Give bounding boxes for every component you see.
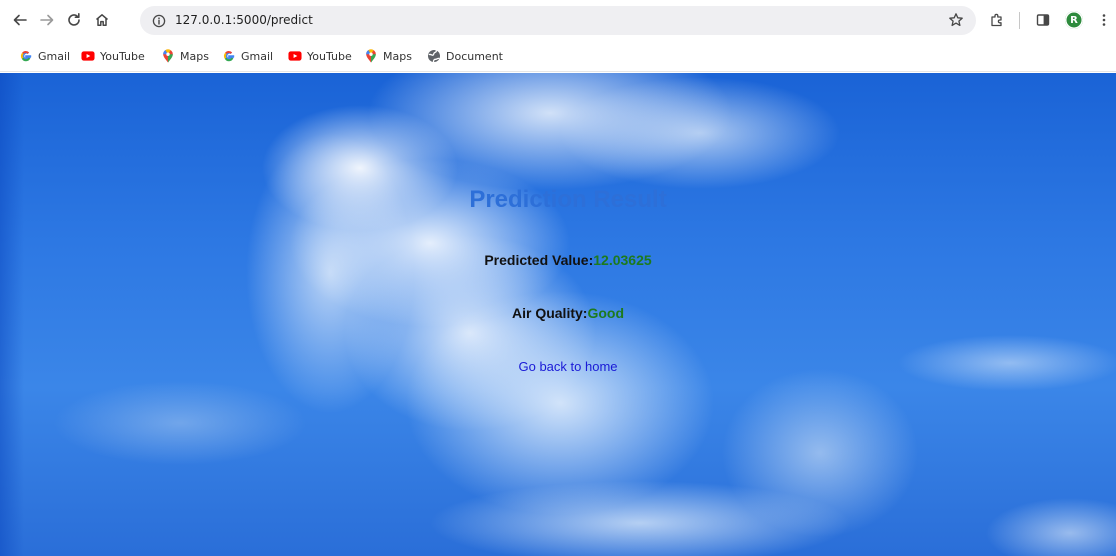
youtube-icon: [288, 49, 302, 63]
puzzle-icon: [991, 13, 1002, 27]
page-viewport: Prediction Result Predicted Value:12.036…: [0, 73, 1116, 556]
forward-button[interactable]: [35, 8, 59, 32]
air-quality-label: Air Quality:: [511, 305, 588, 321]
reload-button[interactable]: [62, 8, 86, 32]
globe-icon: [427, 49, 441, 63]
side-panel-icon: [1036, 14, 1050, 26]
page-title: Prediction Result: [469, 186, 667, 213]
extensions-button[interactable]: [985, 8, 1009, 32]
bookmark-youtube[interactable]: YouTube: [81, 48, 145, 64]
browser-toolbar: 127.0.0.1:5000/predict R: [0, 0, 1116, 40]
bookmark-label: Maps: [180, 49, 209, 63]
youtube-icon: [81, 49, 95, 63]
bookmark-label: YouTube: [307, 49, 352, 63]
arrow-left-icon: [13, 14, 27, 26]
predicted-value-line: Predicted Value:12.03625: [0, 252, 1116, 268]
address-bar[interactable]: 127.0.0.1:5000/predict: [140, 6, 976, 35]
bookmark-label: Document: [446, 49, 503, 63]
google-icon: [222, 49, 236, 63]
arrow-right-icon: [40, 14, 54, 26]
site-info-icon[interactable]: [151, 13, 166, 28]
bookmark-label: Gmail: [241, 49, 274, 63]
bookmark-gmail[interactable]: Gmail: [19, 48, 70, 64]
toolbar-divider: [1019, 12, 1020, 29]
bookmark-gmail[interactable]: Gmail: [222, 48, 273, 64]
side-panel-button[interactable]: [1031, 8, 1055, 32]
predicted-value: 12.03625: [593, 252, 652, 268]
star-icon: [949, 13, 963, 27]
go-back-home-link[interactable]: Go back to home: [0, 359, 1116, 374]
more-vertical-icon: [1102, 14, 1106, 26]
predicted-value-label: Predicted Value:: [484, 252, 594, 268]
bookmark-youtube[interactable]: YouTube: [288, 48, 352, 64]
bookmark-label: YouTube: [100, 49, 145, 63]
home-button[interactable]: [90, 8, 114, 32]
google-icon: [19, 49, 33, 63]
maps-icon: [364, 49, 378, 63]
bookmark-label: Maps: [383, 49, 412, 63]
air-quality-line: Air Quality:Good: [0, 305, 1116, 321]
maps-icon: [161, 49, 175, 63]
profile-avatar[interactable]: R: [1065, 11, 1083, 29]
bookmarks-bar: Gmail YouTube Maps Gmail YouTube Maps Do…: [0, 40, 1116, 72]
bookmark-label: Gmail: [38, 49, 71, 63]
air-quality-value: Good: [587, 305, 624, 321]
reload-icon: [68, 13, 80, 26]
bookmark-star-button[interactable]: [944, 8, 968, 32]
bookmark-maps[interactable]: Maps: [364, 48, 412, 64]
bookmark-document[interactable]: Document: [427, 48, 503, 64]
bookmark-maps[interactable]: Maps: [161, 48, 209, 64]
browser-menu-button[interactable]: [1095, 8, 1113, 32]
home-icon: [96, 14, 108, 26]
url-text: 127.0.0.1:5000/predict: [175, 13, 313, 27]
back-button[interactable]: [8, 8, 32, 32]
